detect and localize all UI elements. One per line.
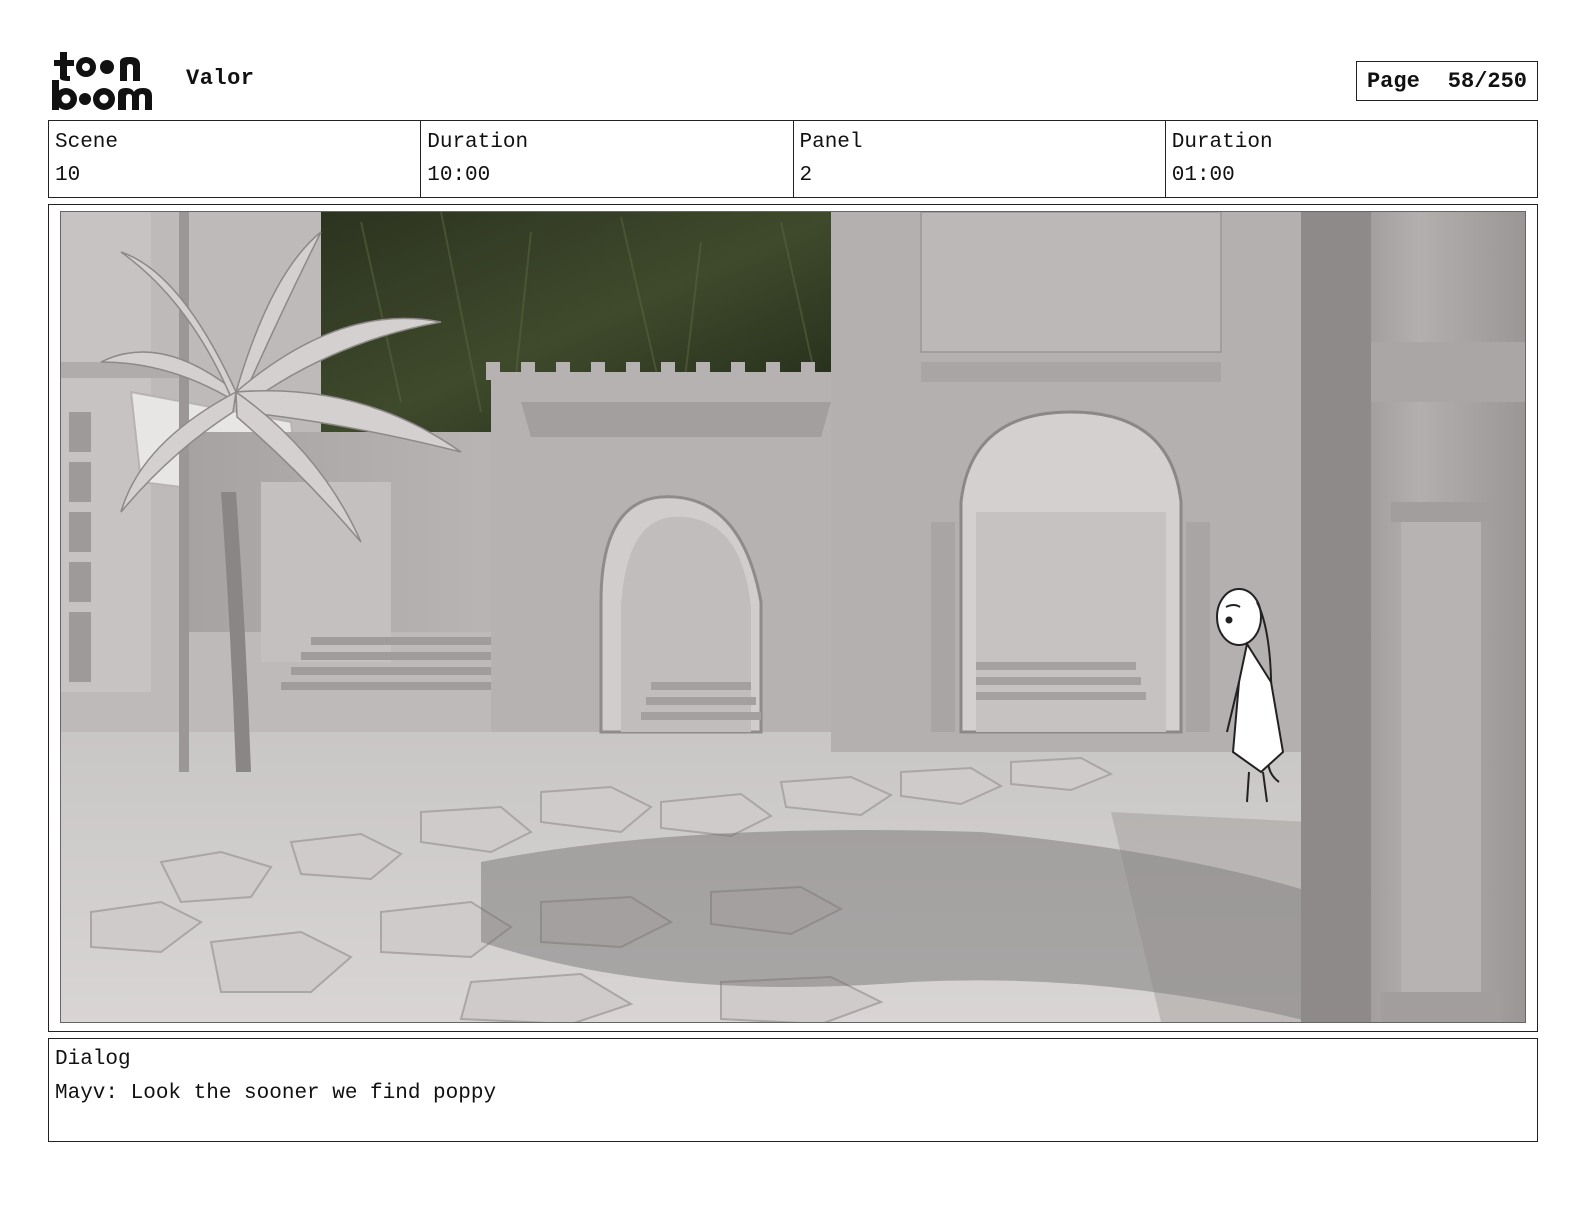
scene-duration-label: Duration — [427, 131, 529, 154]
page-number: 58/250 — [1447, 68, 1528, 94]
project-title: Valor — [186, 66, 255, 91]
page-indicator: Page 58/250 — [1356, 61, 1538, 101]
panel-value: 2 — [799, 164, 813, 187]
panel-label: Panel — [799, 131, 863, 154]
scene-value: 10 — [55, 164, 81, 187]
panel-duration-label: Duration — [1171, 131, 1273, 154]
dialog-label: Dialog — [55, 1048, 131, 1071]
dialog-box: Dialog Mayv: Look the sooner we find pop… — [48, 1038, 1538, 1142]
toonboom-logo — [52, 52, 164, 112]
dialog-text: Mayv: Look the sooner we find poppy — [55, 1082, 497, 1105]
scene-info-table: Scene 10 Duration 10:00 Panel 2 Duration… — [48, 120, 1538, 198]
storyboard-panel-image — [60, 211, 1526, 1023]
scene-label: Scene — [55, 131, 119, 154]
scene-cell: Scene 10 — [49, 121, 422, 197]
panel-duration-cell: Duration 01:00 — [1166, 121, 1537, 197]
page-label: Page — [1366, 68, 1420, 94]
scene-duration-value: 10:00 — [427, 164, 491, 187]
panel-duration-value: 01:00 — [1171, 164, 1235, 187]
panel-cell: Panel 2 — [794, 121, 1166, 197]
scene-duration-cell: Duration 10:00 — [421, 121, 794, 197]
